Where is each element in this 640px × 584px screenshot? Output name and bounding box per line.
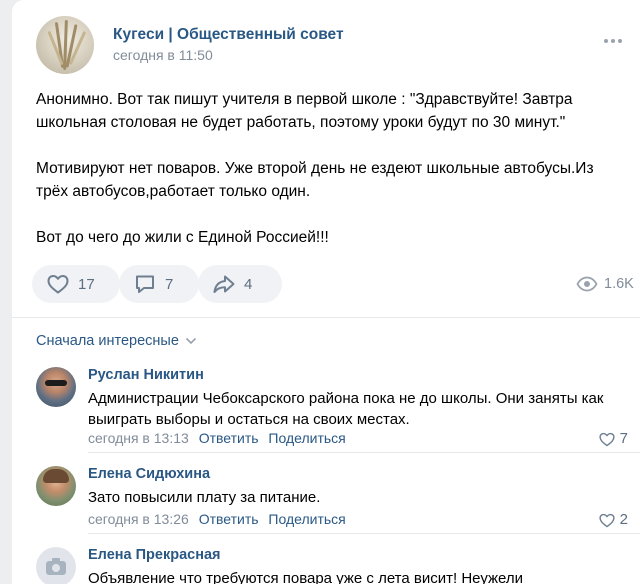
comment-text: Объявление что требуются повара уже с ле… [88, 570, 523, 584]
divider [12, 317, 640, 318]
avatar[interactable] [36, 367, 76, 407]
views-count: 1.6K [604, 276, 634, 292]
post-paragraph: Мотивируют нет поваров. Уже второй день … [36, 160, 594, 200]
comment-like-count: 2 [619, 511, 628, 528]
comment-meta: сегодня в 13:26 Ответить Поделиться [88, 511, 346, 527]
comment-item: Руслан Никитин Администрации Чебоксарско… [36, 367, 640, 453]
heart-icon [599, 513, 615, 527]
group-name[interactable]: Кугеси | Общественный совет [113, 26, 344, 44]
comment-button[interactable]: 7 [119, 265, 199, 303]
avatar[interactable] [36, 547, 76, 584]
like-button[interactable]: 17 [32, 265, 120, 303]
comment-like-count: 7 [619, 430, 628, 447]
share-button[interactable]: 4 [198, 265, 282, 303]
comments-sort-dropdown[interactable]: Сначала интересные [36, 333, 197, 349]
comment-item: Елена Прекрасная Объявление что требуютс… [36, 547, 640, 584]
comment-item: Елена Сидюхина Зато повысили плату за пи… [36, 466, 640, 534]
comment-time[interactable]: сегодня в 13:26 [88, 511, 189, 527]
sort-label: Сначала интересные [36, 333, 179, 349]
divider [88, 452, 640, 453]
share-count: 4 [244, 275, 253, 293]
post-paragraph: Вот до чего до жили с Единой Россией!!! [36, 229, 329, 246]
comment-text: Администрации Чебоксарского района пока … [88, 390, 604, 428]
avatar[interactable] [36, 466, 76, 506]
eye-icon [576, 276, 598, 292]
views-counter: 1.6K [576, 275, 634, 293]
divider [88, 533, 640, 534]
comment-meta: сегодня в 13:13 Ответить Поделиться [88, 430, 346, 446]
comment-time[interactable]: сегодня в 13:13 [88, 430, 189, 446]
share-arrow-icon [213, 275, 235, 293]
heart-icon [47, 275, 69, 294]
post-text: Анонимно. Вот так пишут учителя в первой… [36, 88, 616, 272]
comment-author[interactable]: Елена Сидюхина [88, 466, 210, 482]
comment-text: Зато повысили плату за питание. [88, 489, 321, 506]
comment-like-button[interactable]: 2 [598, 511, 628, 528]
comment-like-button[interactable]: 7 [598, 430, 628, 447]
share-comment-button[interactable]: Поделиться [268, 511, 345, 527]
group-avatar[interactable] [36, 16, 94, 74]
post-time[interactable]: сегодня в 11:50 [113, 47, 213, 63]
post-card: Кугеси | Общественный совет сегодня в 11… [12, 0, 640, 584]
camera-icon [46, 558, 66, 575]
comment-icon [136, 275, 154, 293]
reply-button[interactable]: Ответить [199, 430, 259, 446]
post-paragraph: Анонимно. Вот так пишут учителя в первой… [36, 91, 573, 131]
comment-author[interactable]: Елена Прекрасная [88, 547, 220, 563]
more-horizontal-icon[interactable] [602, 36, 624, 46]
comment-count: 7 [165, 275, 174, 293]
like-count: 17 [78, 275, 95, 293]
heart-icon [599, 432, 615, 446]
reply-button[interactable]: Ответить [199, 511, 259, 527]
comment-author[interactable]: Руслан Никитин [88, 367, 204, 383]
chevron-down-icon [185, 337, 196, 345]
share-comment-button[interactable]: Поделиться [268, 430, 345, 446]
